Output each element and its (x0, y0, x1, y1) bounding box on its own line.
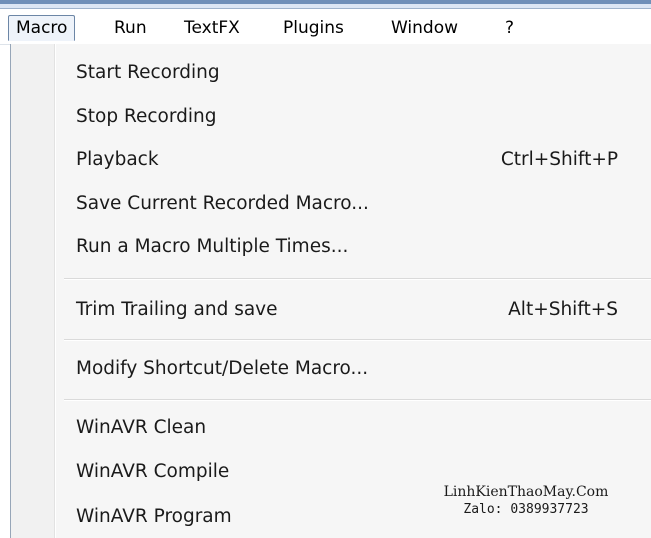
menu-item-modify-shortcut-delete-macro[interactable]: Modify Shortcut/Delete Macro... (56, 349, 651, 389)
menu-item-save-current-recorded-macro[interactable]: Save Current Recorded Macro... (56, 184, 651, 224)
macro-dropdown-menu: Start Recording Stop Recording Playback … (10, 44, 651, 538)
menu-item-label: Trim Trailing and save (76, 299, 278, 320)
menu-bar: Macro Run TextFX Plugins Window ? (0, 9, 651, 45)
menu-item-label: Save Current Recorded Macro... (76, 193, 369, 214)
menu-separator (64, 339, 651, 341)
menu-item-label: Start Recording (76, 62, 220, 83)
menu-item-run-macro-multiple-times[interactable]: Run a Macro Multiple Times... (56, 227, 651, 267)
menu-textfx[interactable]: TextFX (176, 15, 248, 41)
watermark-site: LinhKienThaoMay.Com (443, 484, 609, 500)
menu-item-start-recording[interactable]: Start Recording (56, 53, 651, 93)
menu-item-shortcut: Ctrl+Shift+P (500, 149, 618, 170)
menu-item-label: Modify Shortcut/Delete Macro... (76, 358, 369, 379)
menu-separator (64, 399, 651, 401)
menu-item-label: Run a Macro Multiple Times... (76, 236, 349, 257)
menu-item-playback[interactable]: Playback Ctrl+Shift+P (56, 140, 651, 180)
menu-item-trim-trailing-and-save[interactable]: Trim Trailing and save Alt+Shift+S (56, 290, 651, 330)
menu-run[interactable]: Run (106, 15, 155, 41)
menu-item-winavr-clean[interactable]: WinAVR Clean (56, 408, 651, 448)
menu-macro[interactable]: Macro (8, 15, 76, 41)
watermark: LinhKienThaoMay.Com Zalo: 0389937723 (406, 483, 646, 519)
menu-item-shortcut: Alt+Shift+S (508, 299, 618, 320)
menu-item-label: Playback (76, 149, 159, 170)
menu-item-label: WinAVR Program (76, 506, 232, 527)
menu-item-stop-recording[interactable]: Stop Recording (56, 97, 651, 137)
menu-item-label: WinAVR Compile (76, 461, 230, 482)
menu-plugins[interactable]: Plugins (275, 15, 352, 41)
title-strip-accent (0, 0, 651, 4)
menu-item-label: WinAVR Clean (76, 417, 207, 438)
menu-item-label: Stop Recording (76, 106, 217, 127)
window-title-strip (0, 0, 651, 9)
watermark-contact: Zalo: 0389937723 (463, 502, 589, 517)
menu-window[interactable]: Window (383, 15, 466, 41)
menu-icon-gutter (11, 44, 54, 538)
menu-separator (64, 278, 651, 280)
menu-help[interactable]: ? (497, 15, 522, 41)
